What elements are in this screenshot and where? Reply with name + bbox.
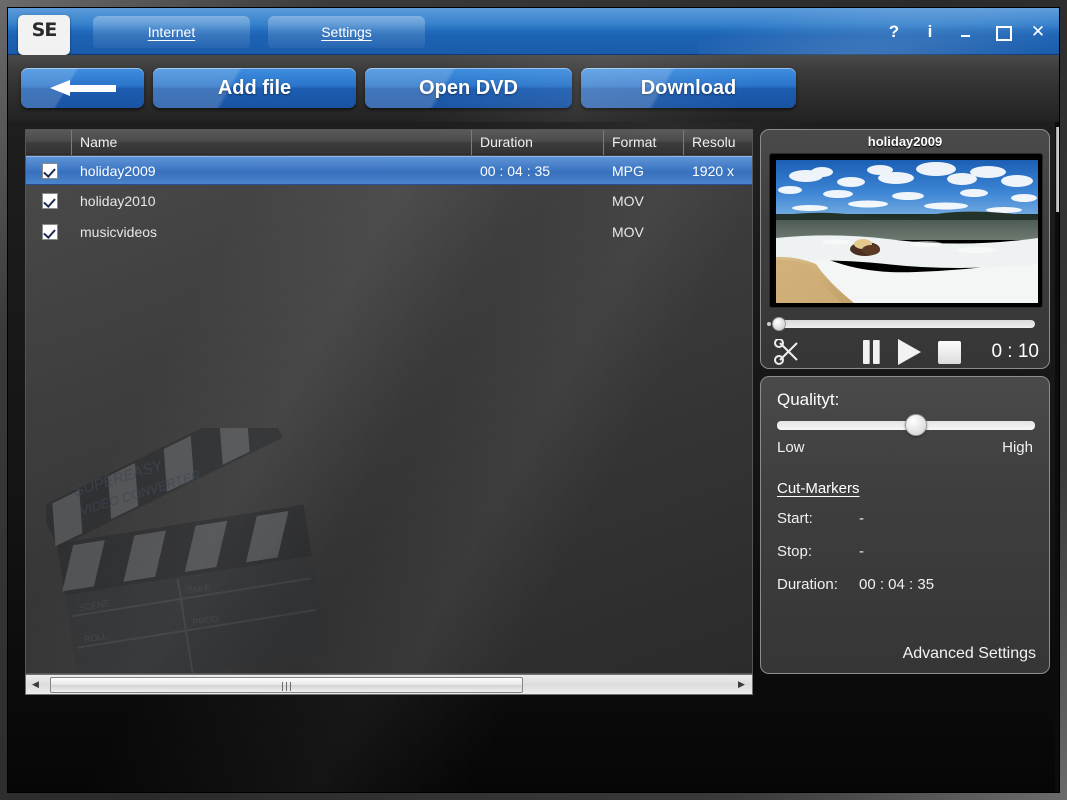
svg-text:VIDEO CONVERTER: VIDEO CONVERTER — [78, 467, 202, 518]
row-format: MOV — [612, 193, 644, 209]
column-header-resolution[interactable]: Resolu — [684, 130, 752, 155]
row-format: MPG — [612, 163, 644, 179]
window-controls: ? i ✕ — [885, 8, 1047, 55]
cut-start-label: Start: — [777, 510, 813, 527]
open-dvd-button[interactable]: Open DVD — [365, 68, 572, 108]
advanced-settings-link[interactable]: Advanced Settings — [903, 645, 1036, 663]
quality-slider-handle[interactable] — [905, 414, 927, 436]
app-bezel: SE Internet Settings ? i ✕ Add file Open… — [0, 0, 1067, 800]
cut-markers-link[interactable]: Cut-Markers — [777, 480, 860, 497]
quality-slider[interactable] — [777, 414, 1035, 436]
preview-thumbnail — [776, 160, 1038, 303]
clapperboard-watermark: SCENE TAKE ROLL PROD SUPEREASY VIDEO CON… — [46, 428, 328, 673]
row-checkbox[interactable] — [42, 163, 58, 179]
column-header-format[interactable]: Format — [604, 130, 684, 155]
pause-icon[interactable] — [860, 340, 882, 364]
play-icon[interactable] — [898, 339, 921, 365]
main-vscrollbar[interactable] — [1055, 122, 1059, 792]
column-header-duration[interactable]: Duration — [472, 130, 604, 155]
scrollbar-grip — [281, 682, 293, 691]
quality-low-label: Low — [777, 439, 805, 456]
seek-handle[interactable] — [772, 317, 786, 331]
row-name: holiday2009 — [80, 163, 156, 179]
stop-icon[interactable] — [938, 341, 961, 364]
cut-start-value: - — [859, 510, 864, 527]
vscrollbar-thumb[interactable] — [1056, 127, 1059, 212]
tab-settings-label: Settings — [321, 24, 372, 40]
file-list-header: Name Duration Format Resolu — [26, 130, 752, 155]
tab-internet[interactable]: Internet — [93, 16, 250, 48]
quality-high-label: High — [1002, 439, 1033, 456]
row-resolution: 1920 x — [692, 163, 735, 179]
table-row[interactable]: holiday2009 00 : 04 : 35 MPG 1920 x — [26, 156, 752, 185]
maximize-icon[interactable] — [993, 22, 1012, 42]
row-checkbox[interactable] — [42, 224, 58, 240]
row-name: holiday2010 — [80, 193, 156, 209]
download-button[interactable]: Download — [581, 68, 796, 108]
table-row[interactable]: holiday2010 MOV — [26, 187, 752, 216]
row-name: musicvideos — [80, 224, 158, 240]
column-header-name[interactable]: Name — [72, 130, 472, 155]
svg-text:SCENE: SCENE — [78, 598, 110, 613]
supereasy-logo: SE — [18, 15, 70, 63]
quality-panel: Qualityt: Low High Cut-Markers Start: - … — [760, 376, 1050, 674]
svg-text:PROD: PROD — [192, 613, 220, 627]
file-list[interactable]: SCENE TAKE ROLL PROD SUPEREASY VIDEO CON… — [25, 129, 753, 674]
title-bar: SE Internet Settings ? i ✕ — [8, 8, 1059, 141]
preview-controls: 0 : 10 — [761, 335, 1049, 369]
tab-settings[interactable]: Settings — [268, 16, 425, 48]
toolbar: Add file Open DVD Download Apple TV — [8, 55, 1059, 146]
preview-seek-slider[interactable] — [767, 317, 1035, 331]
minimize-icon[interactable] — [957, 22, 975, 42]
scroll-left-icon[interactable]: ◀ — [26, 675, 45, 694]
cut-duration-label: Duration: — [777, 576, 838, 593]
row-format: MOV — [612, 224, 644, 240]
file-list-hscrollbar[interactable]: ◀ ▶ — [25, 674, 753, 695]
svg-text:ROLL: ROLL — [83, 631, 108, 645]
main-area: SCENE TAKE ROLL PROD SUPEREASY VIDEO CON… — [8, 122, 1059, 792]
cut-stop-label: Stop: — [777, 543, 813, 560]
help-icon[interactable]: ? — [885, 22, 903, 42]
preview-screen[interactable] — [769, 153, 1043, 308]
svg-text:TAKE: TAKE — [187, 582, 211, 595]
scissors-icon[interactable] — [773, 338, 803, 366]
cut-stop-value: - — [859, 543, 864, 560]
svg-text:SUPEREASY: SUPEREASY — [72, 457, 166, 500]
row-checkbox[interactable] — [42, 193, 58, 209]
info-icon[interactable]: i — [921, 22, 939, 42]
back-button[interactable] — [21, 68, 144, 108]
column-header-check[interactable] — [26, 130, 72, 155]
logo-text: SE — [31, 19, 58, 41]
cut-duration-value: 00 : 04 : 35 — [859, 576, 935, 593]
tab-internet-label: Internet — [147, 24, 196, 40]
preview-panel: holiday2009 0: 10 — [760, 129, 1050, 369]
arrow-left-icon — [49, 80, 116, 96]
add-file-button[interactable]: Add file — [153, 68, 356, 108]
scroll-right-icon[interactable]: ▶ — [732, 675, 751, 694]
application-window: SE Internet Settings ? i ✕ Add file Open… — [7, 7, 1060, 793]
quality-title: Qualityt: — [777, 390, 840, 409]
row-duration: 00 : 04 : 35 — [480, 163, 551, 179]
hscrollbar-thumb[interactable] — [50, 677, 523, 693]
seek-start-tick — [767, 322, 771, 326]
preview-title: holiday2009 — [867, 134, 943, 149]
close-icon[interactable]: ✕ — [1029, 22, 1047, 42]
table-row[interactable]: musicvideos MOV — [26, 218, 752, 247]
preview-time: 0 : 10 — [991, 341, 1039, 362]
